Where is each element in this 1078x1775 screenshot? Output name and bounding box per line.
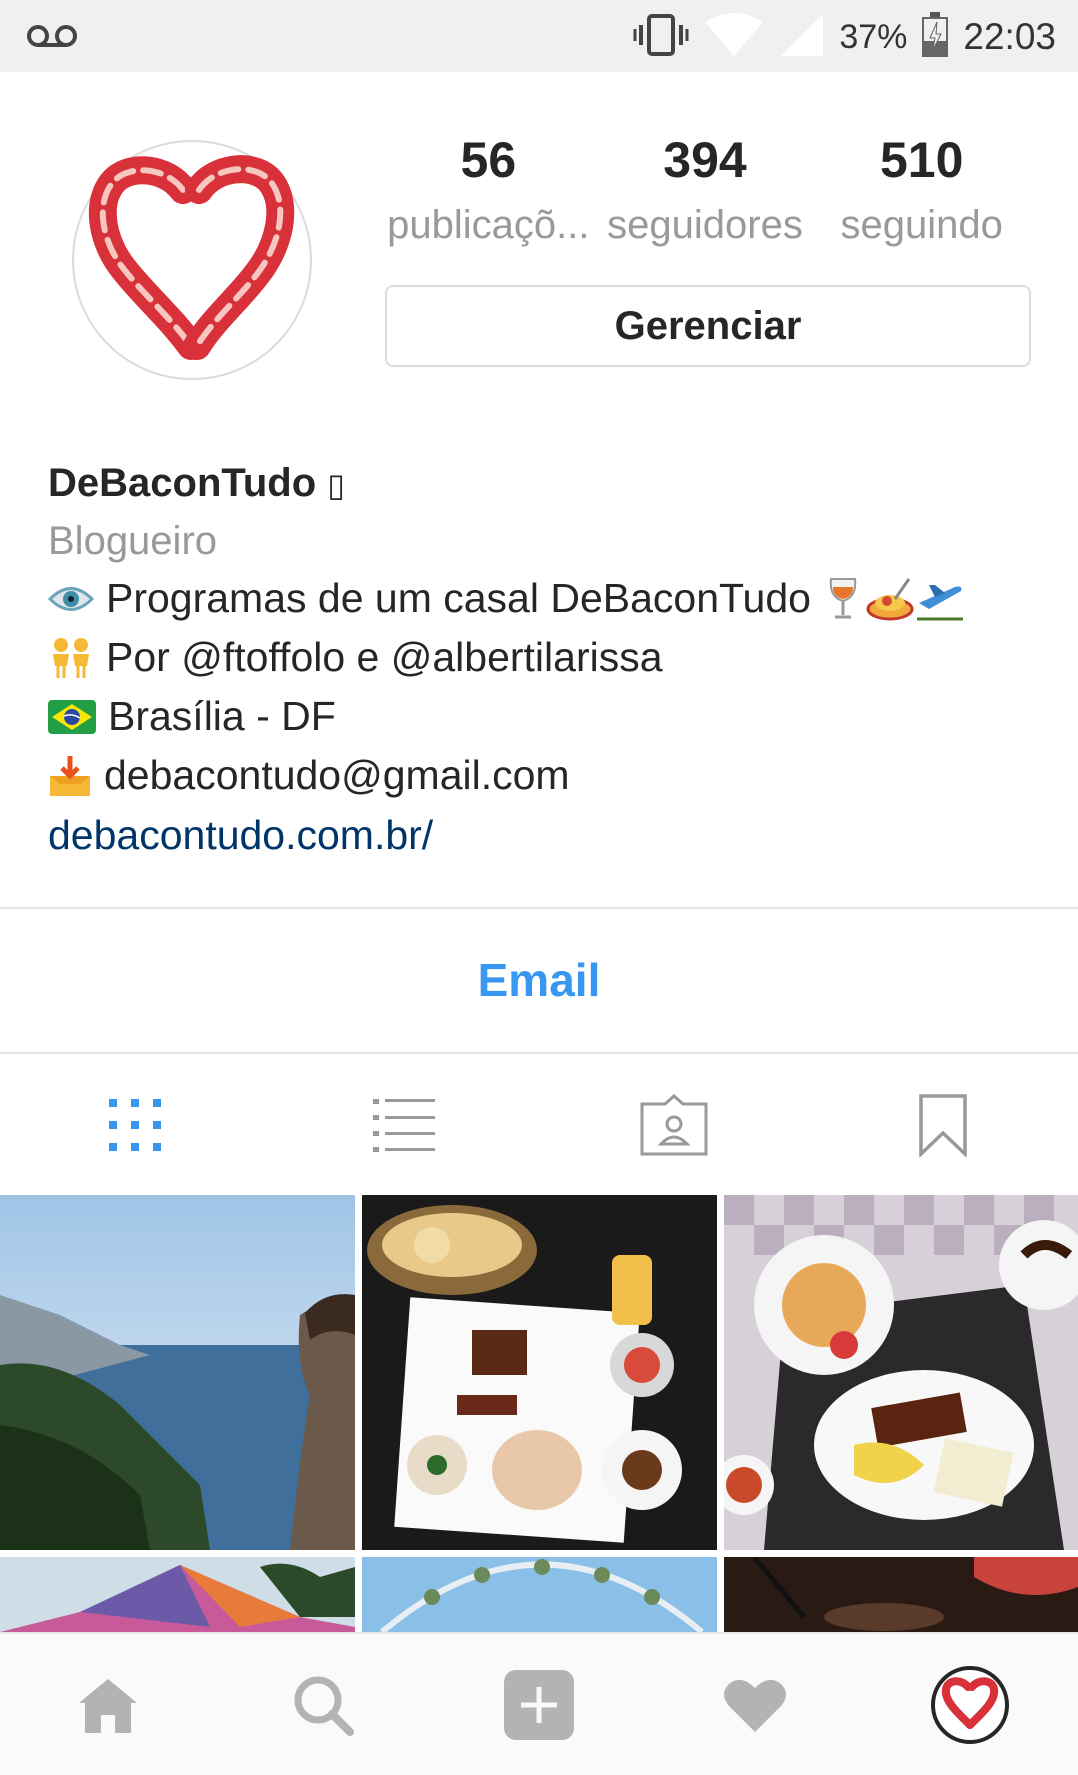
stat-following[interactable]: 510 seguindo — [813, 130, 1030, 260]
divider-tabs — [0, 1052, 1078, 1054]
bio-line-programs: Programas de um casal DeBaconTudo — [48, 569, 1048, 628]
profile-avatar[interactable] — [72, 140, 312, 380]
nav-add-post[interactable] — [431, 1634, 647, 1775]
brazil-flag-emoji-icon — [48, 699, 96, 734]
nav-search[interactable] — [216, 1634, 432, 1775]
tab-saved[interactable] — [809, 1055, 1078, 1195]
inbox-tray-emoji-icon — [48, 754, 92, 798]
bio-text-authors: Por @ftoffolo e @albertilarissa — [106, 634, 663, 680]
bio-line-location: Brasília - DF — [48, 687, 1048, 746]
bio-line-authors: Por @ftoffolo e @albertilarissa — [48, 628, 1048, 687]
email-button[interactable]: Email — [0, 910, 1078, 1050]
followers-label: seguidores — [607, 203, 803, 247]
vibrate-icon — [633, 13, 689, 62]
profile-avatar-icon — [931, 1665, 1010, 1744]
bio-line-email: debacontudo@gmail.com — [48, 746, 1048, 805]
tab-grid[interactable] — [0, 1055, 270, 1195]
bio-text-programs: Programas de um casal DeBaconTudo — [106, 575, 811, 621]
profile-bio: DeBaconTudo ▯ Blogueiro Programas de um … — [48, 455, 1048, 865]
bio-text-email: debacontudo@gmail.com — [104, 752, 570, 798]
grid-icon — [108, 1099, 161, 1151]
nav-profile[interactable] — [862, 1634, 1078, 1775]
nav-home[interactable] — [0, 1634, 216, 1775]
clock: 22:03 — [963, 16, 1056, 57]
battery-icon — [921, 11, 949, 63]
wifi-icon — [703, 12, 765, 63]
profile-category: Blogueiro — [48, 519, 218, 563]
post-thumbnail-coast[interactable] — [0, 1195, 355, 1550]
followers-count: 394 — [663, 132, 747, 188]
post-thumbnail-brunch[interactable] — [724, 1195, 1078, 1550]
list-icon — [373, 1099, 436, 1152]
voicemail-icon — [26, 18, 78, 59]
bookmark-icon — [919, 1094, 967, 1157]
following-label: seguindo — [840, 203, 1003, 247]
bottom-navigation — [0, 1632, 1078, 1775]
spaghetti-emoji-icon — [865, 575, 915, 623]
wine-glass-emoji-icon — [825, 575, 861, 623]
stat-posts[interactable]: 56 publicaçõ... — [380, 130, 597, 260]
post-thumbnail-umbrella[interactable] — [0, 1557, 355, 1632]
profile-name: DeBaconTudo ▯ — [48, 455, 1048, 513]
stat-followers[interactable]: 394 seguidores — [597, 130, 814, 260]
home-icon — [78, 1678, 137, 1733]
airplane-emoji-icon — [915, 575, 965, 623]
post-thumbnail-ferris-wheel[interactable] — [362, 1557, 717, 1632]
tagged-person-icon — [640, 1094, 708, 1156]
eye-emoji-icon — [48, 584, 94, 614]
heart-icon — [723, 1679, 786, 1732]
signal-icon — [779, 12, 825, 63]
bacon-heart-logo — [88, 155, 295, 360]
add-post-icon — [503, 1669, 574, 1740]
divider-top — [0, 907, 1078, 909]
name-suffix-glyph: ▯ — [327, 467, 345, 503]
tab-list[interactable] — [270, 1055, 540, 1195]
posts-label: publicaçõ... — [387, 203, 590, 247]
battery-percent: 37% — [839, 17, 908, 56]
profile-name-text: DeBaconTudo — [48, 461, 317, 505]
manage-button[interactable]: Gerenciar — [385, 285, 1031, 367]
nav-activity[interactable] — [647, 1634, 863, 1775]
search-icon — [294, 1676, 355, 1736]
status-bar: 37% 22:03 — [0, 0, 1078, 72]
following-count: 510 — [879, 132, 964, 188]
couple-emoji-icon — [48, 636, 94, 680]
post-thumbnail-drinks[interactable] — [724, 1557, 1078, 1632]
tab-tagged[interactable] — [539, 1055, 809, 1195]
website-link[interactable]: debacontudo.com.br/ — [48, 805, 1048, 865]
profile-stats: 56 publicaçõ... 394 seguidores 510 segui… — [380, 130, 1030, 260]
posts-count: 56 — [460, 132, 517, 188]
post-thumbnail-breakfast-plate[interactable] — [362, 1195, 717, 1550]
bio-text-location: Brasília - DF — [108, 693, 336, 739]
profile-tabs — [0, 1055, 1078, 1195]
